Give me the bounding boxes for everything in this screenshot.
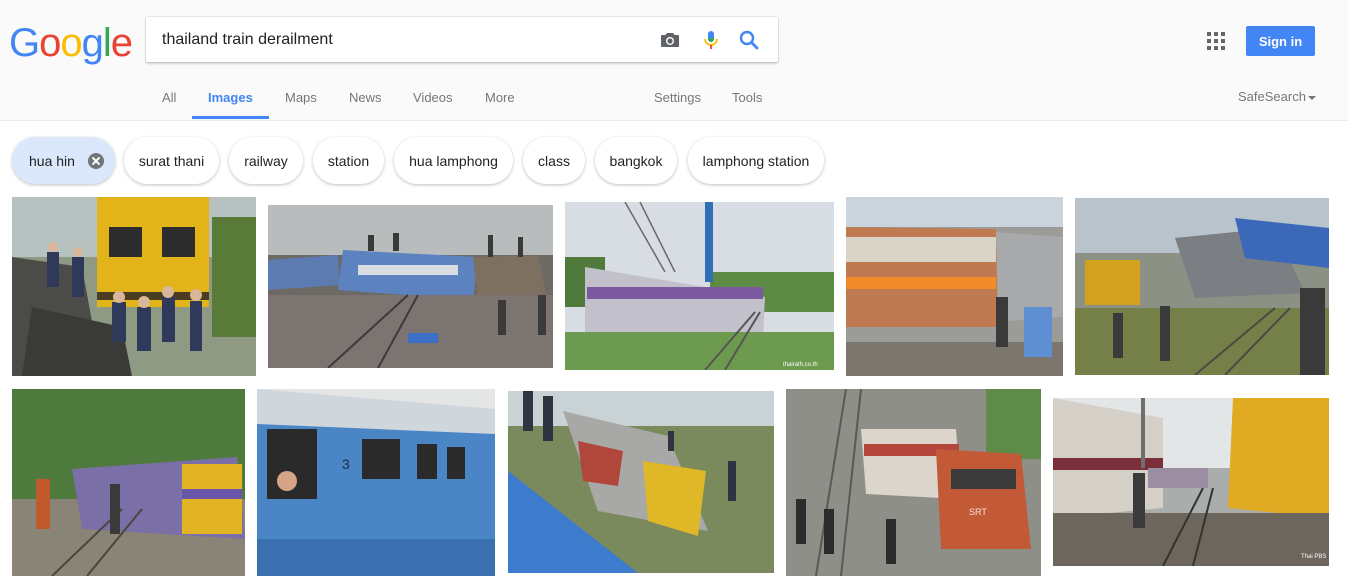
chip-label: bangkok [609,152,663,169]
tab-images[interactable]: Images [208,90,253,105]
tab-news[interactable]: News [349,90,382,105]
header-bar: Google Sign in All Images Maps News Vide… [0,0,1348,121]
logo-letter: e [110,21,133,65]
search-icon[interactable] [737,28,761,52]
safesearch-dropdown[interactable]: SafeSearch [1238,89,1316,104]
chip-station[interactable]: station [313,137,384,184]
tab-all[interactable]: All [162,90,176,105]
image-result-8[interactable] [508,391,774,573]
mic-icon[interactable] [699,28,723,52]
locomotive-label: SRT [969,507,987,517]
image-result-4[interactable] [846,197,1063,376]
logo-letter: o [39,21,61,65]
chip-railway[interactable]: railway [229,137,303,184]
logo-letter: o [60,21,82,65]
chip-hua-hin[interactable]: hua hin [12,137,115,184]
chip-label: surat thani [138,152,205,169]
caret-down-icon [1307,95,1316,100]
chip-lamphong-station[interactable]: lamphong station [688,137,824,184]
svg-text:3: 3 [342,456,350,472]
chip-label: hua hin [29,152,75,169]
chip-hua-lamphong[interactable]: hua lamphong [394,137,513,184]
google-logo[interactable]: Google [9,21,133,66]
chip-label: hua lamphong [409,152,498,169]
watermark-text: Thai PBS [1301,554,1326,560]
chip-bangkok[interactable]: bangkok [595,137,677,184]
image-result-5[interactable] [1075,198,1329,375]
chip-label: class [538,152,570,169]
image-result-6[interactable] [12,389,245,576]
logo-letter: G [9,21,40,65]
chip-label: lamphong station [702,152,810,169]
image-result-3[interactable]: thairath.co.th [565,202,834,370]
safesearch-label: SafeSearch [1238,89,1306,104]
chip-label: station [327,152,370,169]
chip-class[interactable]: class [523,137,585,184]
logo-letter: g [81,21,104,65]
tab-tools[interactable]: Tools [732,90,762,105]
search-input[interactable] [162,17,642,62]
close-icon[interactable] [87,152,104,169]
image-result-1[interactable] [12,197,256,376]
watermark-text: thairath.co.th [783,362,818,368]
logo-letter: l [102,21,112,65]
image-result-9[interactable]: SRT [786,389,1041,576]
active-tab-indicator [192,116,269,119]
image-result-7[interactable]: 3 [257,389,495,576]
tab-videos[interactable]: Videos [413,90,453,105]
camera-icon[interactable] [658,28,682,52]
tab-more[interactable]: More [485,90,515,105]
image-result-2[interactable] [268,205,553,368]
chip-label: railway [244,152,288,169]
search-box [146,17,778,62]
sign-in-button[interactable]: Sign in [1246,26,1315,56]
image-result-10[interactable]: Thai PBS [1053,398,1329,566]
apps-grid-icon[interactable] [1206,31,1226,51]
tab-settings[interactable]: Settings [654,90,701,105]
chip-surat-thani[interactable]: surat thani [124,137,219,184]
tab-maps[interactable]: Maps [285,90,317,105]
